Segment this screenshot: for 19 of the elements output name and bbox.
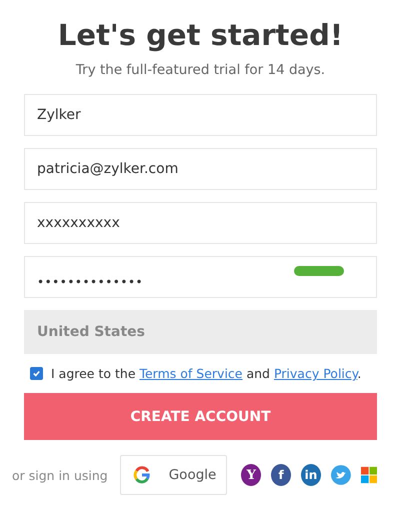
four-squares-icon[interactable] xyxy=(360,466,378,484)
terms-link[interactable]: Terms of Service xyxy=(139,366,242,381)
agree-text: I agree to the Terms of Service and Privacy Policy. xyxy=(51,366,362,381)
checkmark-icon xyxy=(32,369,41,378)
password-field[interactable]: •••••••••••••• xyxy=(24,256,377,298)
bird-icon[interactable] xyxy=(330,464,351,486)
linkedin-icon[interactable]: in xyxy=(301,464,321,486)
facebook-icon[interactable]: f xyxy=(271,464,292,486)
subtitle: Try the full-featured trial for 14 days. xyxy=(74,62,326,78)
privacy-link[interactable]: Privacy Policy xyxy=(274,366,358,381)
agree-checkbox[interactable] xyxy=(30,367,43,380)
sign-in-label: or sign in using xyxy=(12,468,108,482)
input-field[interactable]: Zylker xyxy=(24,94,377,136)
google-icon xyxy=(132,466,151,484)
google-button[interactable]: Google xyxy=(120,455,228,495)
input-field[interactable]: patricia@zylker.com xyxy=(24,148,377,190)
input-field[interactable]: xxxxxxxxxx xyxy=(24,202,377,244)
page-title: Let's get started! xyxy=(56,18,344,52)
yahoo-icon[interactable]: Y xyxy=(241,464,262,486)
